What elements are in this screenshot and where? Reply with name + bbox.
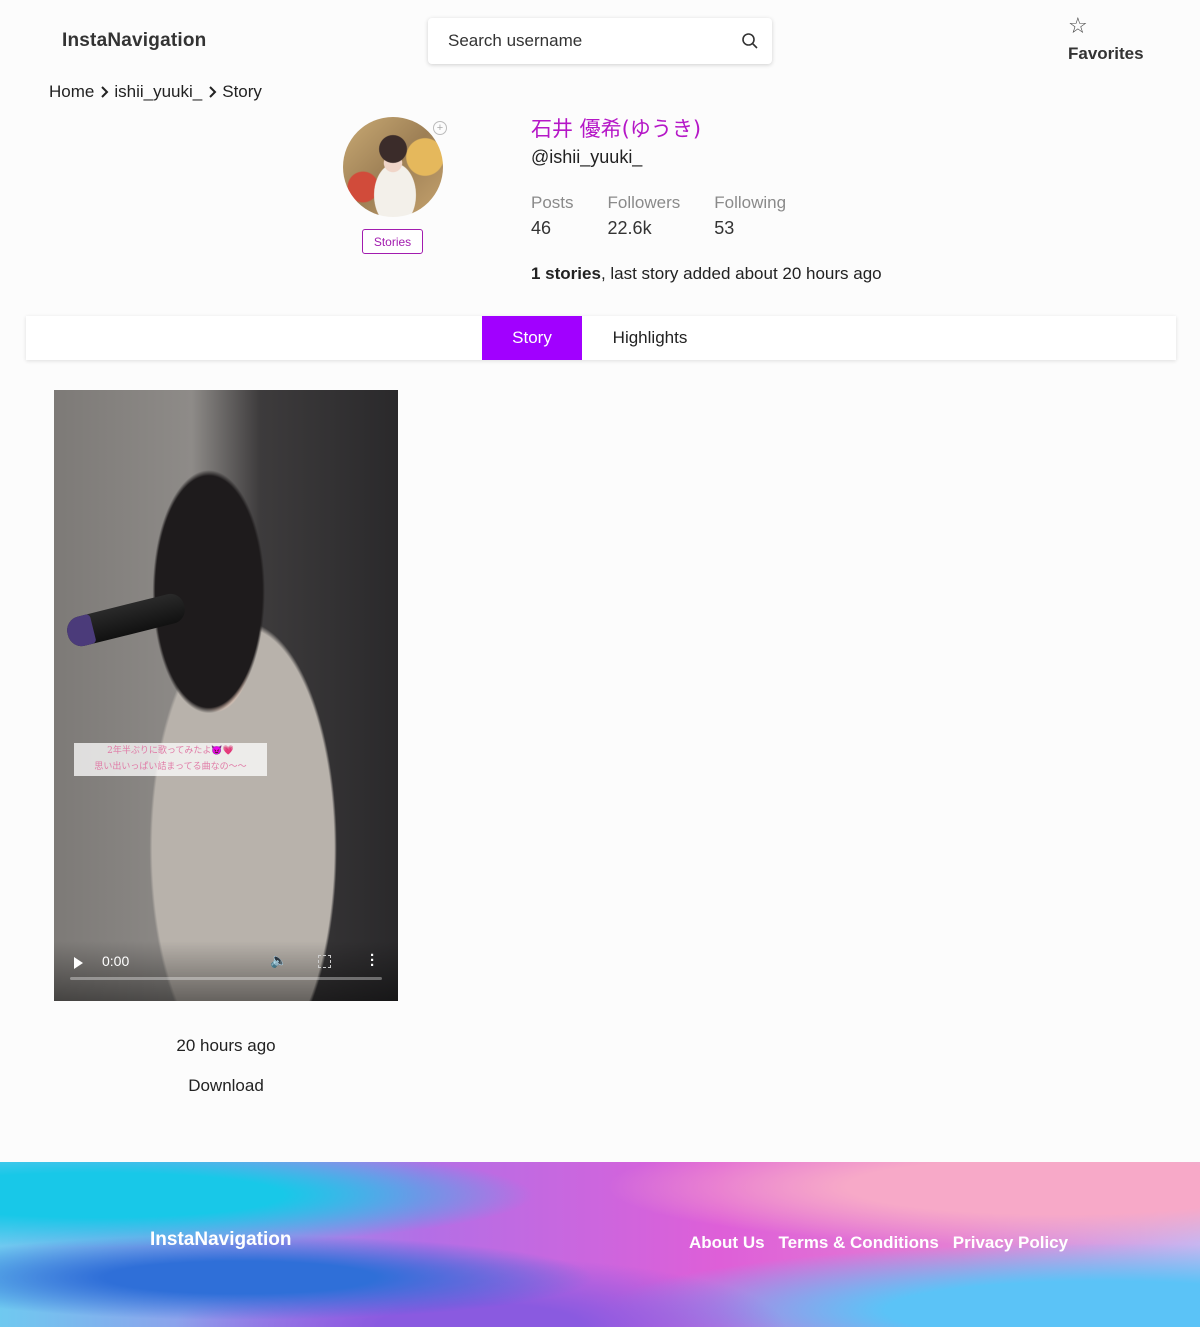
breadcrumb-home[interactable]: Home xyxy=(49,82,94,102)
video-controls: 0:00 🔈 · · · xyxy=(54,941,398,1001)
story-summary-text: , last story added about 20 hours ago xyxy=(600,264,882,283)
profile-username: @ishii_yuuki_ xyxy=(531,147,643,167)
chevron-right-icon xyxy=(98,85,110,99)
story-timestamp: 20 hours ago xyxy=(176,1036,276,1055)
tab-story[interactable]: Story xyxy=(482,316,582,360)
search-icon[interactable] xyxy=(740,31,760,51)
profile-stats: Posts 46 Followers 22.6k Following 53 xyxy=(531,193,820,239)
stat-value: 22.6k xyxy=(607,218,652,238)
footer-link-privacy[interactable]: Privacy Policy xyxy=(953,1233,1068,1253)
download-button[interactable]: Download xyxy=(54,1076,398,1096)
video-frame-detail xyxy=(64,590,188,650)
stat-posts: Posts 46 xyxy=(531,193,574,239)
stat-label: Followers xyxy=(607,193,681,212)
breadcrumb: Home ishii_yuuki_ Story xyxy=(49,82,262,102)
story-count: 1 stories xyxy=(531,264,601,283)
avatar[interactable] xyxy=(343,117,443,217)
stat-label: Following xyxy=(714,193,787,212)
stat-value: 46 xyxy=(531,218,552,238)
favorites-label: Favorites xyxy=(1068,44,1144,63)
profile-avatar-container: + xyxy=(343,117,447,217)
search-input[interactable] xyxy=(448,31,740,51)
footer-links: About Us Terms & Conditions Privacy Poli… xyxy=(689,1233,1068,1253)
story-video[interactable]: 2年半ぶりに歌ってみたよ😈💗 思い出いっぱい詰まってる曲なの〜〜 0:00 🔈 … xyxy=(54,390,398,1001)
stat-label: Posts xyxy=(531,193,574,212)
chevron-right-icon xyxy=(206,85,218,99)
footer-link-about[interactable]: About Us xyxy=(689,1233,765,1253)
stat-followers: Followers 22.6k xyxy=(608,193,681,239)
fullscreen-icon[interactable] xyxy=(318,955,331,968)
content-tabs: Story Highlights xyxy=(26,316,1176,360)
story-summary: 1 stories, last story added about 20 hou… xyxy=(531,264,882,284)
footer-link-terms[interactable]: Terms & Conditions xyxy=(779,1233,939,1253)
caption-line: 思い出いっぱい詰まってる曲なの〜〜 xyxy=(94,762,247,772)
star-icon: ☆ xyxy=(1068,13,1088,38)
site-logo[interactable]: InstaNavigation xyxy=(62,30,206,52)
add-favorite-icon[interactable]: + xyxy=(433,121,447,135)
volume-icon[interactable]: 🔈 xyxy=(270,952,287,969)
more-options-icon[interactable]: · · · xyxy=(370,948,375,973)
video-time: 0:00 xyxy=(102,953,130,969)
breadcrumb-profile[interactable]: ishii_yuuki_ xyxy=(114,82,202,102)
favorites-link[interactable]: ☆ Favorites xyxy=(1068,14,1148,64)
breadcrumb-current: Story xyxy=(222,82,262,101)
play-icon[interactable] xyxy=(74,957,83,969)
story-caption: 2年半ぶりに歌ってみたよ😈💗 思い出いっぱい詰まってる曲なの〜〜 xyxy=(74,743,267,776)
footer-logo[interactable]: InstaNavigation xyxy=(150,1229,291,1251)
profile-display-name: 石井 優希(ゆうき) xyxy=(531,117,702,141)
stat-value: 53 xyxy=(714,218,735,238)
stories-badge[interactable]: Stories xyxy=(362,229,423,254)
search-box[interactable] xyxy=(428,18,772,64)
footer: InstaNavigation About Us Terms & Conditi… xyxy=(0,1162,1200,1327)
tab-highlights[interactable]: Highlights xyxy=(598,316,702,360)
video-progress-bar[interactable] xyxy=(70,977,382,980)
caption-line: 2年半ぶりに歌ってみたよ😈💗 xyxy=(107,746,234,756)
stat-following: Following 53 xyxy=(714,193,786,239)
